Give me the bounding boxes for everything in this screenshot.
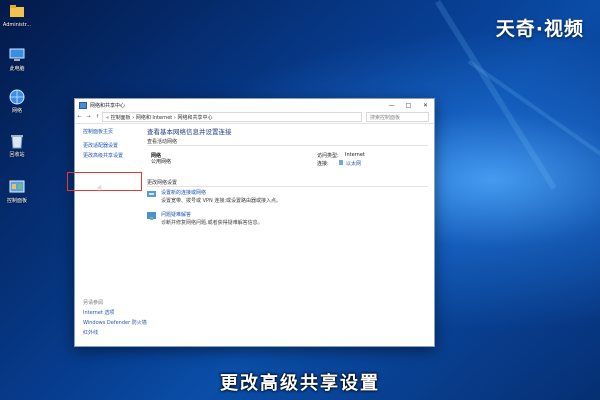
desktop-icon-recycle-bin[interactable]: 回收站 xyxy=(0,132,34,158)
video-watermark: 天奇·视频 xyxy=(495,18,584,40)
page-title: 查看基本网络信息并设置连接 xyxy=(147,128,232,136)
ethernet-icon xyxy=(339,160,343,165)
access-type-label: 访问类型: xyxy=(317,153,339,159)
active-networks-heading: 查看活动网络 xyxy=(147,139,178,145)
see-also-heading: 另请参阅 xyxy=(83,300,104,306)
maximize-button[interactable]: □ xyxy=(400,102,417,109)
search-input[interactable]: 搜索控制面板 xyxy=(366,112,429,122)
troubleshoot-link[interactable]: 问题疑难解答 xyxy=(161,211,191,218)
window-content: 控制面板主页 更改适配器设置 更改高级共享设置 ☝ 另请参阅 Internet … xyxy=(67,124,434,346)
divider xyxy=(147,186,428,187)
network-globe-icon xyxy=(8,88,26,106)
internet-options-link[interactable]: Internet 选项 xyxy=(83,309,114,316)
back-arrow-icon[interactable]: ← xyxy=(75,114,84,120)
change-network-settings-heading: 更改网络设置 xyxy=(147,180,178,186)
red-highlight-box xyxy=(67,172,142,191)
breadcrumb[interactable]: « 控制面板 › 网络和 Internet › 网络和共享中心 xyxy=(102,112,362,122)
access-type-value: Internet xyxy=(345,152,365,158)
desktop-icon-label: 网络 xyxy=(11,108,22,114)
troubleshoot-desc: 诊断并修复网络问题,或者获得疑难解答信息。 xyxy=(161,220,263,226)
main-pane: 查看基本网络信息并设置连接 查看活动网络 网络 公用网络 访问类型: Inter… xyxy=(147,124,428,346)
video-subtitle: 更改高级共享设置 xyxy=(220,373,380,394)
desktop-icon-label: 控制面板 xyxy=(6,198,27,204)
hand-cursor-icon: ☝ xyxy=(97,184,102,193)
left-pane: 控制面板主页 更改适配器设置 更改高级共享设置 ☝ 另请参阅 Internet … xyxy=(67,124,147,346)
network-center-icon xyxy=(79,101,87,109)
troubleshoot-icon xyxy=(147,212,156,220)
up-arrow-icon[interactable]: ↑ xyxy=(93,114,102,120)
control-panel-home-link[interactable]: 控制面板主页 xyxy=(83,128,113,135)
control-panel-icon xyxy=(8,178,26,196)
ethernet-link[interactable]: 以太网 xyxy=(346,160,361,167)
recycle-bin-icon xyxy=(8,132,26,150)
desktop-icon-this-pc[interactable]: 此电脑 xyxy=(0,46,34,72)
new-connection-icon xyxy=(147,190,156,198)
change-adapter-settings-link[interactable]: 更改适配器设置 xyxy=(83,142,118,149)
network-type: 公用网络 xyxy=(151,159,172,165)
desktop-icon-label: 回收站 xyxy=(9,152,25,158)
setup-new-connection-link[interactable]: 设置新的连接或网络 xyxy=(161,189,206,196)
desktop-icon-label: 此电脑 xyxy=(9,66,25,72)
minimize-button[interactable]: — xyxy=(383,102,400,109)
change-advanced-sharing-link[interactable]: 更改高级共享设置 xyxy=(83,152,123,159)
desktop-icon-control-panel[interactable]: 控制面板 xyxy=(0,178,34,204)
address-bar: ← → ↑ « 控制面板 › 网络和 Internet › 网络和共享中心 搜索… xyxy=(75,111,434,124)
forward-arrow-icon[interactable]: → xyxy=(84,114,93,120)
computer-icon xyxy=(8,46,26,64)
user-folder-icon xyxy=(8,2,26,20)
defender-firewall-link[interactable]: Windows Defender 防火墙 xyxy=(83,319,147,326)
close-button[interactable]: ✕ xyxy=(417,102,434,109)
setup-new-connection-desc: 设置宽带、拨号或 VPN 连接;或设置路由器或接入点。 xyxy=(161,198,282,204)
window-title: 网络和共享中心 xyxy=(90,102,126,109)
desktop-icon-user[interactable]: Administr... xyxy=(0,2,34,28)
divider xyxy=(147,145,428,146)
desktop-background: Administr... 此电脑 网络 回收站 控制面板 天奇·视频 网络和共享… xyxy=(0,0,600,400)
desktop-icon-network[interactable]: 网络 xyxy=(0,88,34,114)
window-titlebar[interactable]: 网络和共享中心 — □ ✕ xyxy=(75,99,434,111)
connections-label: 连接: xyxy=(317,161,329,167)
desktop-icon-label: Administr... xyxy=(2,22,32,28)
infrared-link[interactable]: 红外线 xyxy=(83,329,98,336)
network-sharing-center-window: 网络和共享中心 — □ ✕ ← → ↑ « 控制面板 › 网络和 Interne… xyxy=(67,98,435,347)
